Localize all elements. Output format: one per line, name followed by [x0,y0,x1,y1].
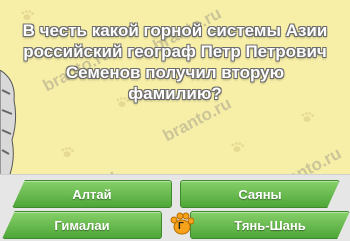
answer-button-sayany[interactable]: Саяны [180,180,340,208]
paw-icon [300,110,314,122]
paw-icon [60,145,74,157]
question-line: фамилию? [128,84,222,103]
answer-button-tien-shan[interactable]: Тянь-Шань [190,211,350,239]
answer-button-himalayas[interactable]: Гималаи [2,211,162,239]
paw-icon [230,140,244,152]
answer-button-altai[interactable]: Алтай [12,180,172,208]
paw-icon [20,8,34,20]
question-text: В честь какой горной системы Азии россий… [8,20,342,104]
question-line: Семенов получил вторую [65,63,285,82]
paw-badge-icon: Г [170,212,195,236]
badge-letter: Г [178,221,184,232]
question-line: российский географ Петр Петрович [23,42,327,61]
question-line: В честь какой горной системы Азии [22,21,328,40]
